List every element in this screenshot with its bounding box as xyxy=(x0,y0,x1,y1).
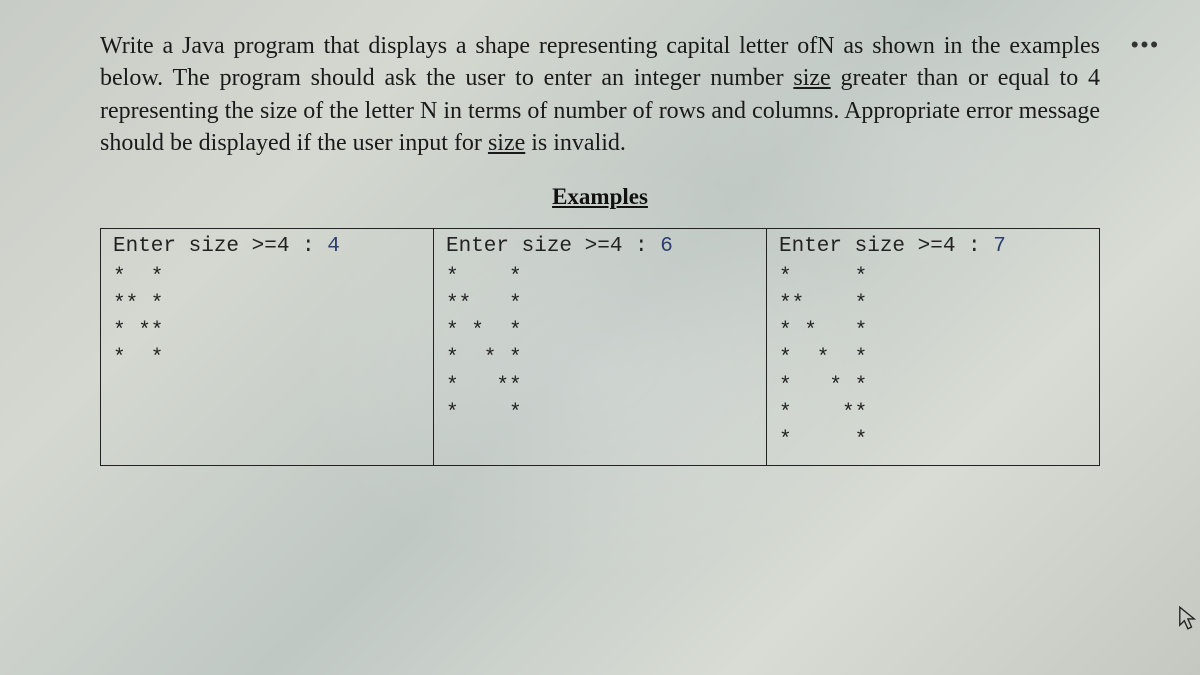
underlined-size: size xyxy=(488,130,525,156)
page-container: ••• Write a Java program that displays a… xyxy=(0,0,1200,675)
input-prompt-label: Enter size >=4 : xyxy=(113,235,327,258)
question-prompt: Write a Java program that displays a sha… xyxy=(100,30,1100,160)
examples-heading: Examples xyxy=(100,184,1100,210)
user-input-value: 4 xyxy=(327,235,340,258)
example-input-line: Enter size >=4 : 4 xyxy=(113,235,421,258)
underlined-size: size xyxy=(793,65,830,91)
more-options-icon[interactable]: ••• xyxy=(1131,34,1160,56)
prompt-text: is invalid. xyxy=(525,130,626,156)
example-cell: Enter size >=4 : 6 * * ** * * * * * * * … xyxy=(434,228,767,465)
example-input-line: Enter size >=4 : 6 xyxy=(446,235,754,258)
example-cell: Enter size >=4 : 4 * * ** * * ** * * xyxy=(101,228,434,465)
example-cell: Enter size >=4 : 7 * * ** * * * * * * * … xyxy=(767,228,1100,465)
example-output: * * ** * * * * * * * * ** * * xyxy=(446,264,754,428)
input-prompt-label: Enter size >=4 : xyxy=(446,235,660,258)
examples-table: Enter size >=4 : 4 * * ** * * ** * * Ent… xyxy=(100,228,1100,466)
example-input-line: Enter size >=4 : 7 xyxy=(779,235,1087,258)
input-prompt-label: Enter size >=4 : xyxy=(779,235,993,258)
mouse-cursor-icon xyxy=(1178,605,1196,631)
example-output: * * ** * * * * * * * * * * * ** * * xyxy=(779,264,1087,455)
user-input-value: 6 xyxy=(660,235,673,258)
prompt-text: Write a Java program that displays a sha… xyxy=(100,33,817,59)
user-input-value: 7 xyxy=(993,235,1006,258)
example-output: * * ** * * ** * * xyxy=(113,264,421,373)
prompt-text: N xyxy=(817,33,834,59)
